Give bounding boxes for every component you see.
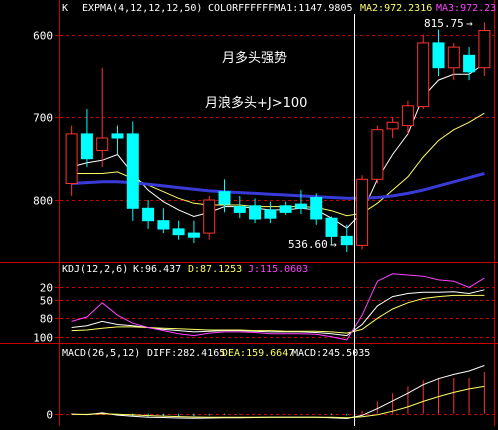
main-y-tick-label: 800 bbox=[33, 195, 53, 208]
candle-body-down bbox=[111, 133, 124, 139]
macd-histogram bbox=[71, 371, 485, 417]
kdj-k-label: K:96.437 bbox=[133, 264, 181, 275]
ma1-label: COLORFFFFFFMA1:1147.9805 bbox=[208, 3, 353, 14]
kdj-y-tick-label: 20 bbox=[40, 282, 53, 295]
kdj-y-axis: 100 80 5020 bbox=[33, 282, 60, 345]
candle-body-down bbox=[126, 133, 139, 209]
main-y-tick-label: 600 bbox=[33, 30, 53, 43]
candle-body-down bbox=[233, 206, 246, 213]
ma3-label: MA3:972.23 bbox=[436, 3, 496, 14]
kdj-y-tick-label: 100 bbox=[33, 332, 53, 345]
macd-y-tick-label: 0 bbox=[46, 409, 53, 422]
candle-body-down bbox=[432, 42, 445, 69]
annotation-wave-bullish: 月浪多头+J>100 bbox=[205, 95, 307, 111]
candle-body-up bbox=[386, 121, 399, 130]
candle-body-up bbox=[203, 199, 216, 234]
candle-body-down bbox=[463, 54, 476, 73]
ma2-label: MA2:972.2316 bbox=[360, 3, 432, 14]
annotation-month-bullish: 月多头强势 bbox=[222, 50, 287, 66]
macd-lines bbox=[71, 365, 485, 420]
high-price-label: 815.75 bbox=[424, 17, 464, 30]
candle-body-up bbox=[371, 129, 384, 180]
low-price-label: 536.60 bbox=[288, 238, 328, 251]
candle-body-up bbox=[96, 137, 109, 151]
kdj-panel-grid bbox=[60, 287, 494, 338]
candle-body-down bbox=[157, 220, 170, 230]
kdj-lines bbox=[71, 273, 485, 341]
macd-value-label: MACD:245.5035 bbox=[292, 348, 370, 359]
macd-dea-label: DEA:159.6647 bbox=[222, 348, 294, 359]
kdj-j-label: J:115.0603 bbox=[248, 264, 308, 275]
candle-body-down bbox=[218, 191, 231, 205]
kdj-y-tick-label: 80 bbox=[40, 313, 53, 326]
candle-body-down bbox=[142, 207, 155, 222]
candle-body-down bbox=[172, 228, 185, 236]
kdj-title: KDJ(12,2,6) bbox=[62, 264, 128, 275]
kdj-line-d bbox=[71, 294, 485, 334]
main-y-axis: 800 700 600 bbox=[33, 30, 60, 208]
expma-label: EXPMA(4,12,12,12,50) bbox=[82, 3, 202, 14]
chart-canvas: 800 700 600 100 80 5020 0 K EXPMA(4,12,12,12… bbox=[0, 0, 498, 426]
main-title: K bbox=[62, 3, 68, 14]
stock-chart-window: 800 700 600 100 80 50 20 0 K EXPMA(4,12,12,12… bbox=[0, 0, 498, 426]
candle-body-down bbox=[264, 209, 277, 219]
candle-body-up bbox=[417, 42, 430, 108]
main-y-tick-label: 700 bbox=[33, 112, 53, 125]
candle-body-down bbox=[325, 217, 338, 237]
high-price-arrow-icon: → bbox=[466, 17, 473, 30]
candle-body-down bbox=[80, 133, 93, 160]
kdj-line-j bbox=[71, 273, 485, 341]
kdj-d-label: D:87.1253 bbox=[188, 264, 242, 275]
candle-body-up bbox=[65, 133, 78, 184]
macd-y-axis: 0 bbox=[46, 409, 60, 422]
macd-line-dea bbox=[71, 385, 485, 419]
candle-body-down bbox=[279, 205, 292, 213]
macd-title: MACD(26,5,12) bbox=[62, 348, 140, 359]
candle-body-down bbox=[187, 232, 200, 238]
candle-body-up bbox=[478, 30, 491, 69]
candle-body-up bbox=[356, 178, 369, 246]
candle-body-down bbox=[340, 235, 353, 246]
kdj-line-k bbox=[71, 289, 485, 337]
candle-body-up bbox=[401, 105, 414, 127]
low-price-arrow-icon: → bbox=[330, 238, 337, 251]
macd-line-diff bbox=[71, 365, 485, 420]
candle-body-down bbox=[310, 197, 323, 220]
macd-diff-label: DIFF:282.4165 bbox=[147, 348, 225, 359]
candle-body-down bbox=[249, 205, 262, 220]
candle-body-up bbox=[447, 46, 460, 69]
kdj-y-tick-label: 50 bbox=[40, 295, 53, 308]
candle-body-down bbox=[294, 203, 307, 209]
